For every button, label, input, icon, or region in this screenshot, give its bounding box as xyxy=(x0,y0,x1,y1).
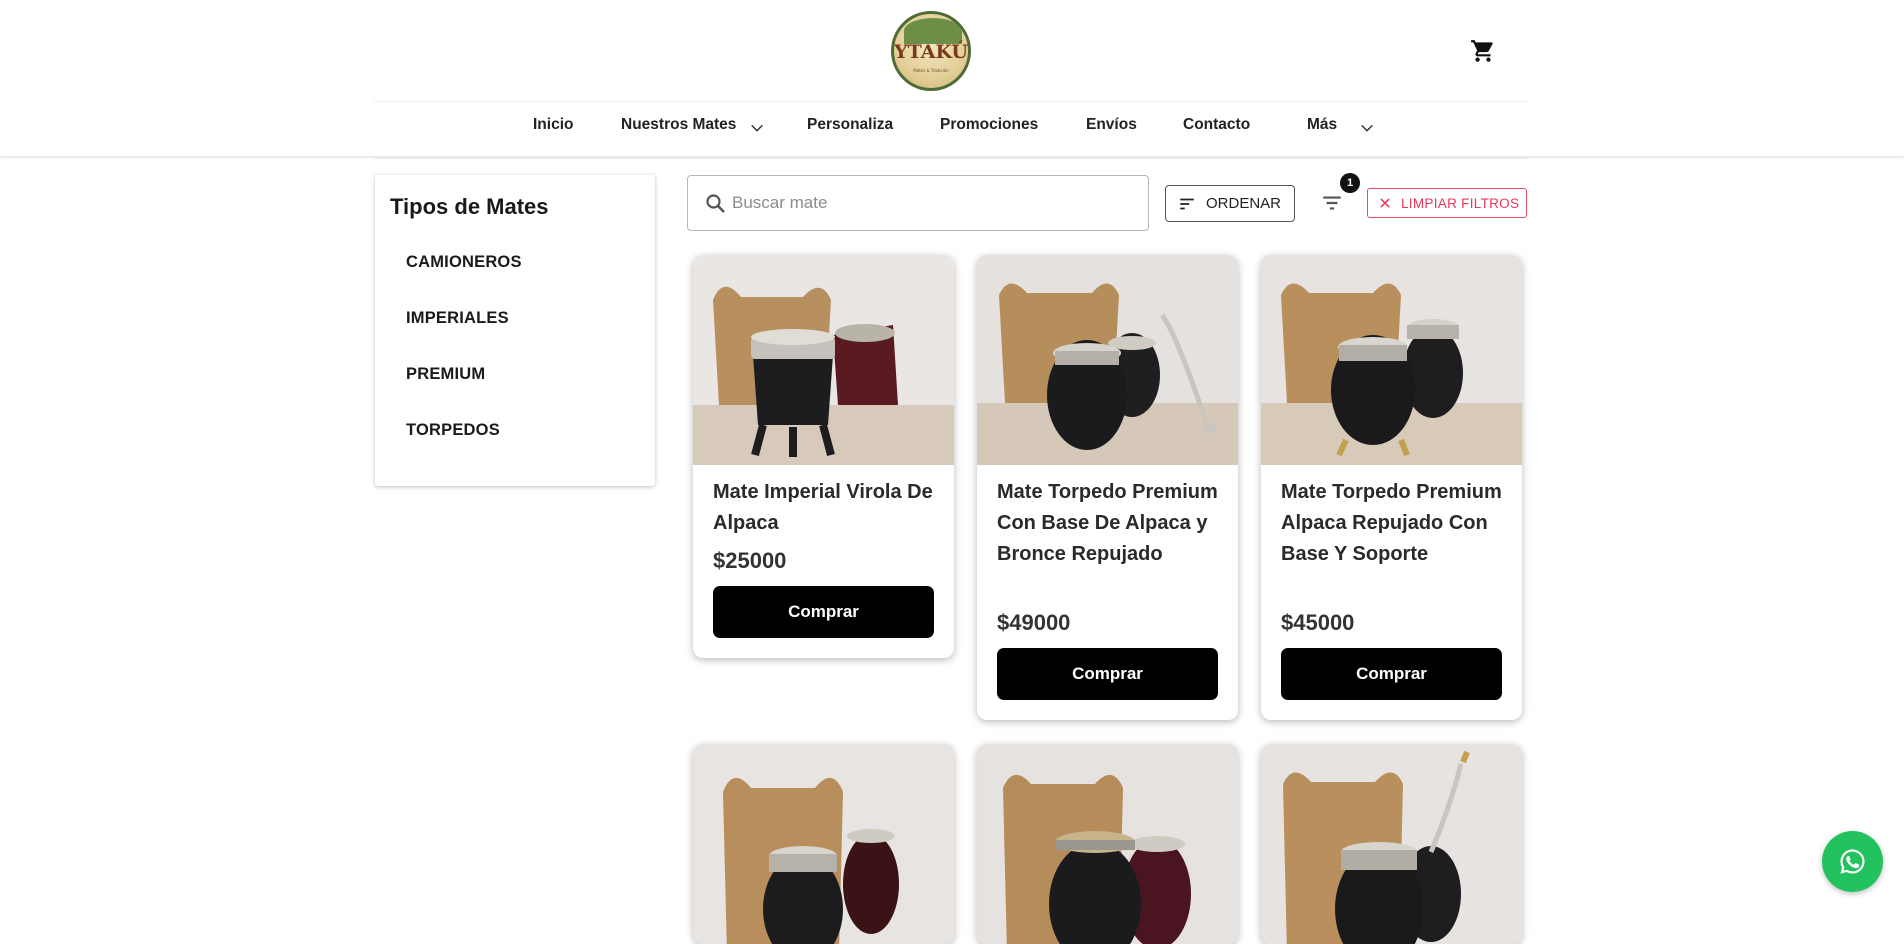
sidebar-item-camioneros[interactable]: CAMIONEROS xyxy=(406,253,522,272)
brand-logo[interactable]: YTAKÚ Mates & Tradición xyxy=(891,11,971,91)
nav-item-envios[interactable]: Envíos xyxy=(1086,116,1137,134)
sidebar-item-imperiales[interactable]: IMPERIALES xyxy=(406,309,509,328)
product-title[interactable]: Mate Torpedo Premium Alpaca Repujado Con… xyxy=(1281,477,1506,570)
product-price: $49000 xyxy=(997,610,1071,635)
cart-icon[interactable] xyxy=(1470,38,1496,64)
nav-item-mas[interactable]: Más xyxy=(1307,116,1337,134)
product-image[interactable] xyxy=(977,744,1238,944)
product-card[interactable]: Mate Torpedo Premium Alpaca Repujado Con… xyxy=(1261,255,1522,720)
product-image[interactable] xyxy=(977,255,1238,465)
product-card[interactable] xyxy=(693,744,954,944)
search-box[interactable] xyxy=(687,175,1149,231)
clear-filters-label: LIMPIAR FILTROS xyxy=(1401,196,1520,211)
category-sidebar: Tipos de Mates CAMIONEROS IMPERIALES PRE… xyxy=(375,175,655,486)
header-divider xyxy=(374,101,1528,102)
site-header: YTAKÚ Mates & Tradición Inicio Nuestros … xyxy=(0,0,1904,156)
product-card[interactable] xyxy=(977,744,1238,944)
sidebar-item-torpedos[interactable]: TORPEDOS xyxy=(406,421,500,440)
sort-icon xyxy=(1180,198,1194,210)
content-divider xyxy=(374,158,1528,159)
filter-icon[interactable] xyxy=(1319,190,1345,216)
logo-wordmark: YTAKÚ xyxy=(894,41,968,63)
chevron-down-icon[interactable] xyxy=(749,120,765,136)
nav-item-promociones[interactable]: Promociones xyxy=(940,116,1038,134)
buy-button[interactable]: Comprar xyxy=(713,586,934,638)
product-image[interactable] xyxy=(693,255,954,465)
close-icon xyxy=(1380,198,1390,208)
sidebar-title: Tipos de Mates xyxy=(390,194,549,219)
nav-item-contacto[interactable]: Contacto xyxy=(1183,116,1250,134)
product-title[interactable]: Mate Imperial Virola De Alpaca xyxy=(713,477,938,539)
product-price: $45000 xyxy=(1281,610,1355,635)
product-title[interactable]: Mate Torpedo Premium Con Base De Alpaca … xyxy=(997,477,1222,570)
buy-button[interactable]: Comprar xyxy=(1281,648,1502,700)
product-image[interactable] xyxy=(693,744,954,944)
clear-filters-button[interactable]: LIMPIAR FILTROS xyxy=(1367,188,1527,218)
whatsapp-icon xyxy=(1840,849,1865,874)
nav-item-personaliza[interactable]: Personaliza xyxy=(807,116,893,134)
chevron-down-icon[interactable] xyxy=(1359,120,1375,136)
product-image[interactable] xyxy=(1261,744,1522,944)
search-input[interactable] xyxy=(732,188,1132,218)
whatsapp-button[interactable] xyxy=(1822,831,1883,892)
product-card[interactable] xyxy=(1261,744,1522,944)
nav-item-inicio[interactable]: Inicio xyxy=(533,116,573,134)
product-price: $25000 xyxy=(713,548,787,573)
sort-button-label: ORDENAR xyxy=(1206,195,1282,212)
product-image[interactable] xyxy=(1261,255,1522,465)
sidebar-item-premium[interactable]: PREMIUM xyxy=(406,365,485,384)
search-icon xyxy=(706,194,725,213)
buy-button[interactable]: Comprar xyxy=(997,648,1218,700)
product-card[interactable]: Mate Imperial Virola De Alpaca $25000 Co… xyxy=(693,255,954,658)
logo-tagline: Mates & Tradición xyxy=(913,68,949,73)
product-card[interactable]: Mate Torpedo Premium Con Base De Alpaca … xyxy=(977,255,1238,720)
nav-item-nuestros-mates[interactable]: Nuestros Mates xyxy=(621,116,736,134)
filter-count-badge: 1 xyxy=(1340,173,1360,193)
main-nav: Inicio Nuestros Mates Personaliza Promoc… xyxy=(0,116,1904,140)
sort-button[interactable]: ORDENAR xyxy=(1165,185,1295,222)
